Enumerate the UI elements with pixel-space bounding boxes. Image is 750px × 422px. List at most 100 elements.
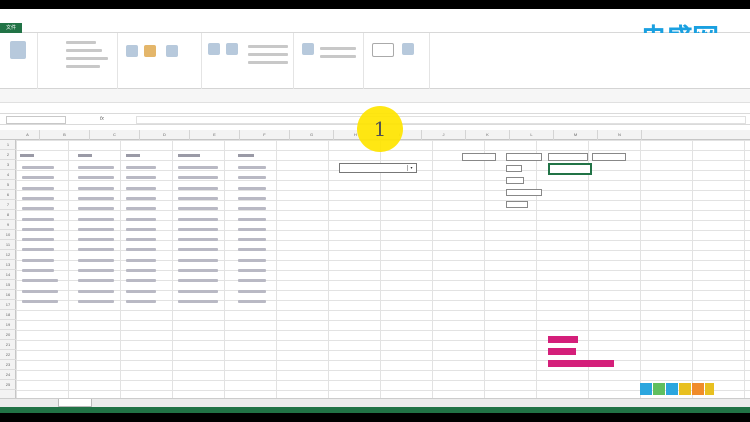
table-cell[interactable] [238,186,266,190]
table-cell[interactable] [238,217,266,221]
column-header[interactable]: F [240,130,290,140]
table-cell[interactable] [126,196,156,200]
row-header[interactable]: 3 [0,160,16,170]
table-cell[interactable] [78,207,114,211]
table-cell[interactable] [178,227,218,231]
row-header[interactable]: 19 [0,320,16,330]
table-cell[interactable] [78,186,114,190]
column-header[interactable]: B [40,130,90,140]
column-header[interactable]: N [598,130,642,140]
table-cell[interactable] [238,176,266,180]
row-header[interactable]: 17 [0,300,16,310]
column-header[interactable]: L [510,130,554,140]
table-cell[interactable] [178,258,218,262]
share-icon[interactable] [692,383,704,395]
filter-icon[interactable] [226,43,238,55]
row-header[interactable]: 23 [0,360,16,370]
table-cell[interactable] [126,166,156,169]
table-cell[interactable] [178,207,218,211]
formula-input[interactable] [136,116,746,124]
table-cell[interactable] [126,299,156,303]
table-cell[interactable] [126,269,156,272]
row-header[interactable]: 20 [0,330,16,340]
row-header[interactable]: 16 [0,290,16,300]
table-cell[interactable] [126,186,156,190]
table-cell[interactable] [78,166,114,169]
table-cell[interactable] [178,289,218,293]
format-icon[interactable] [208,43,220,55]
table-cell[interactable] [178,166,218,169]
insert-icon[interactable] [302,43,314,55]
row-header[interactable]: 13 [0,260,16,270]
table-cell[interactable] [22,176,54,180]
table-cell[interactable] [238,279,266,283]
row-header[interactable]: 15 [0,280,16,290]
table-cell[interactable] [78,176,114,180]
share-icon[interactable] [666,383,678,395]
table-cell[interactable] [178,279,218,283]
table-cell[interactable] [22,279,58,283]
table-cell[interactable] [78,238,114,242]
row-header[interactable]: 14 [0,270,16,280]
table-cell[interactable] [238,258,266,262]
column-header[interactable]: J [422,130,466,140]
row-header[interactable]: 4 [0,170,16,180]
table-icon[interactable] [126,45,138,57]
column-header[interactable]: K [466,130,510,140]
chart-icon[interactable] [144,45,156,57]
paste-icon[interactable] [10,41,26,59]
row-header[interactable]: 18 [0,310,16,320]
column-header[interactable]: C [90,130,140,140]
table-cell[interactable] [22,258,54,262]
table-cell[interactable] [178,238,218,242]
column-header[interactable]: E [190,130,240,140]
table-cell[interactable] [78,279,114,283]
row-header[interactable]: 21 [0,340,16,350]
column-header[interactable]: A [16,130,40,140]
table-cell[interactable] [238,227,266,231]
table-cell[interactable] [126,207,156,211]
table-cell[interactable] [238,248,266,252]
table-cell[interactable] [78,248,114,252]
row-header[interactable]: 8 [0,210,16,220]
sort-icon[interactable] [402,43,414,55]
table-cell[interactable] [78,299,114,303]
sheet-tab[interactable] [58,399,92,407]
table-cell[interactable] [78,196,114,200]
table-cell[interactable] [126,248,156,252]
table-cell[interactable] [78,269,114,272]
row-header[interactable]: 24 [0,370,16,380]
table-cell[interactable] [178,299,218,303]
row-header[interactable]: 6 [0,190,16,200]
table-cell[interactable] [78,217,114,221]
table-cell[interactable] [238,207,266,211]
table-cell[interactable] [126,227,156,231]
table-cell[interactable] [238,269,266,272]
table-cell[interactable] [178,248,218,252]
column-header[interactable]: M [554,130,598,140]
table-cell[interactable] [238,299,266,303]
table-cell[interactable] [22,186,54,190]
share-icon[interactable] [653,383,665,395]
chevron-down-icon[interactable]: ▾ [407,165,415,171]
table-cell[interactable] [22,196,54,200]
row-header[interactable]: 12 [0,250,16,260]
row-header[interactable]: 1 [0,140,16,150]
fx-icon[interactable]: fx [100,116,104,122]
table-cell[interactable] [178,176,218,180]
table-cell[interactable] [22,289,58,293]
filter-dropdown[interactable]: ▾ [339,163,417,173]
table-cell[interactable] [22,269,54,272]
table-cell[interactable] [178,196,218,200]
table-cell[interactable] [126,279,156,283]
table-cell[interactable] [238,289,266,293]
table-cell[interactable] [126,238,156,242]
table-cell[interactable] [178,269,218,272]
share-icon[interactable] [705,383,714,395]
table-cell[interactable] [22,299,58,303]
table-cell[interactable] [22,227,54,231]
row-header[interactable]: 11 [0,240,16,250]
table-cell[interactable] [78,289,114,293]
row-header[interactable]: 2 [0,150,16,160]
table-cell[interactable] [126,176,156,180]
